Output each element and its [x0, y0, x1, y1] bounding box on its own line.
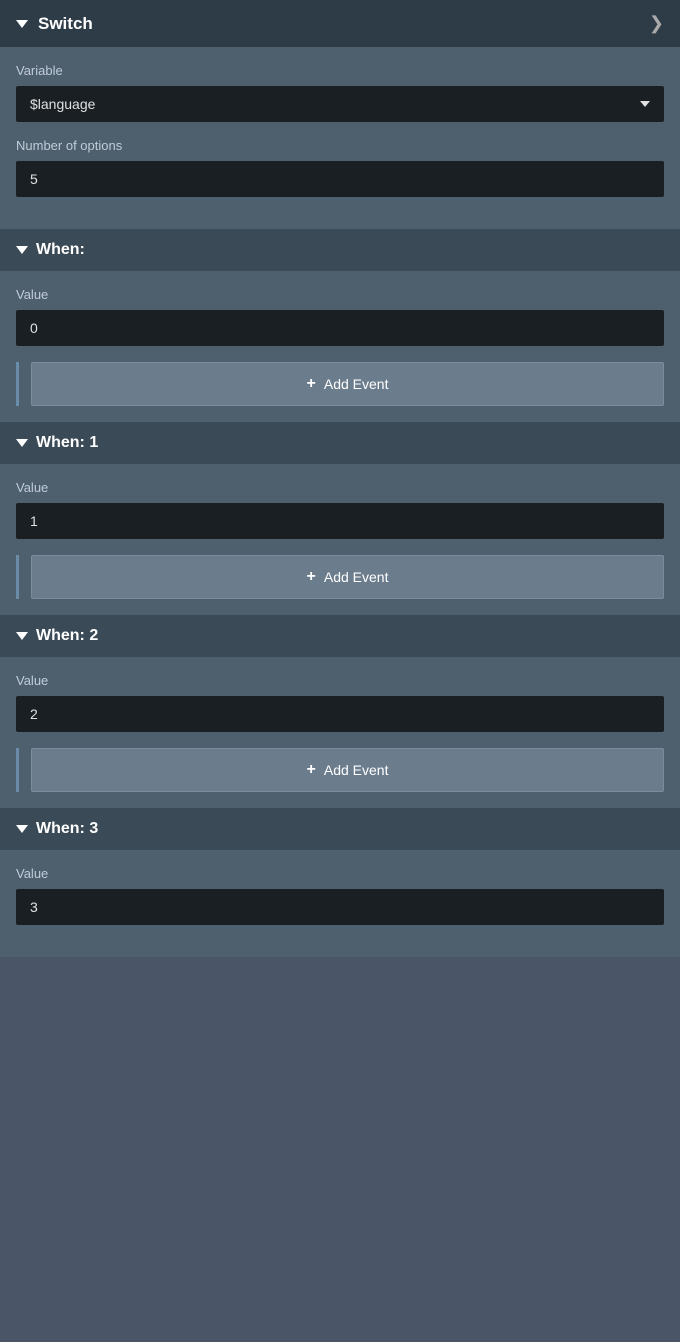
switch-title: Switch [38, 14, 93, 34]
when-value-input-3[interactable] [16, 889, 664, 925]
add-event-plus-icon-2: + [307, 761, 316, 779]
when-content-1: Value + Add Event [0, 464, 680, 615]
when-header-0[interactable]: When: [0, 229, 680, 271]
number-of-options-field-group: Number of options [16, 138, 664, 197]
when-block-2: When: 2 Value + Add Event [0, 615, 680, 808]
when-chevron-down-icon-1 [16, 439, 28, 447]
when-value-label-2: Value [16, 673, 664, 688]
add-event-label-1: Add Event [324, 569, 389, 585]
when-title-0: When: [36, 241, 85, 259]
when-title-1: When: 1 [36, 434, 98, 452]
add-event-button-2[interactable]: + Add Event [31, 748, 664, 792]
variable-select-wrapper[interactable]: $language $locale $theme [16, 86, 664, 122]
when-header-2[interactable]: When: 2 [0, 615, 680, 657]
when-chevron-down-icon-2 [16, 632, 28, 640]
add-event-label-0: Add Event [324, 376, 389, 392]
when-content-0: Value + Add Event [0, 271, 680, 422]
when-value-field-1: Value [16, 480, 664, 539]
switch-header[interactable]: Switch ❯ [0, 0, 680, 47]
add-event-container-2: + Add Event [16, 748, 664, 792]
add-event-plus-icon-0: + [307, 375, 316, 393]
when-header-left-1: When: 1 [16, 434, 98, 452]
when-value-field-2: Value [16, 673, 664, 732]
variable-section: Variable $language $locale $theme Number… [0, 47, 680, 229]
number-of-options-input[interactable] [16, 161, 664, 197]
add-event-container-1: + Add Event [16, 555, 664, 599]
number-of-options-label: Number of options [16, 138, 664, 153]
when-header-left-3: When: 3 [16, 820, 98, 838]
when-title-3: When: 3 [36, 820, 98, 838]
switch-chevron-right-icon: ❯ [649, 13, 664, 34]
when-content-2: Value + Add Event [0, 657, 680, 808]
add-event-button-0[interactable]: + Add Event [31, 362, 664, 406]
when-content-3: Value [0, 850, 680, 957]
when-value-input-2[interactable] [16, 696, 664, 732]
when-block-0: When: Value + Add Event [0, 229, 680, 422]
when-header-1[interactable]: When: 1 [0, 422, 680, 464]
variable-select[interactable]: $language $locale $theme [16, 86, 664, 122]
when-header-left-0: When: [16, 241, 85, 259]
when-header-left-2: When: 2 [16, 627, 98, 645]
when-value-input-0[interactable] [16, 310, 664, 346]
when-value-label-3: Value [16, 866, 664, 881]
when-block-3: When: 3 Value [0, 808, 680, 957]
when-value-input-1[interactable] [16, 503, 664, 539]
when-title-2: When: 2 [36, 627, 98, 645]
add-event-button-1[interactable]: + Add Event [31, 555, 664, 599]
add-event-label-2: Add Event [324, 762, 389, 778]
switch-header-left: Switch [16, 14, 93, 34]
when-value-label-1: Value [16, 480, 664, 495]
when-chevron-down-icon-3 [16, 825, 28, 833]
when-chevron-down-icon-0 [16, 246, 28, 254]
add-event-container-0: + Add Event [16, 362, 664, 406]
add-event-plus-icon-1: + [307, 568, 316, 586]
when-header-3[interactable]: When: 3 [0, 808, 680, 850]
when-block-1: When: 1 Value + Add Event [0, 422, 680, 615]
when-value-field-0: Value [16, 287, 664, 346]
variable-label: Variable [16, 63, 664, 78]
when-value-label-0: Value [16, 287, 664, 302]
switch-chevron-down-icon [16, 20, 28, 28]
when-value-field-3: Value [16, 866, 664, 925]
variable-field-group: Variable $language $locale $theme [16, 63, 664, 122]
